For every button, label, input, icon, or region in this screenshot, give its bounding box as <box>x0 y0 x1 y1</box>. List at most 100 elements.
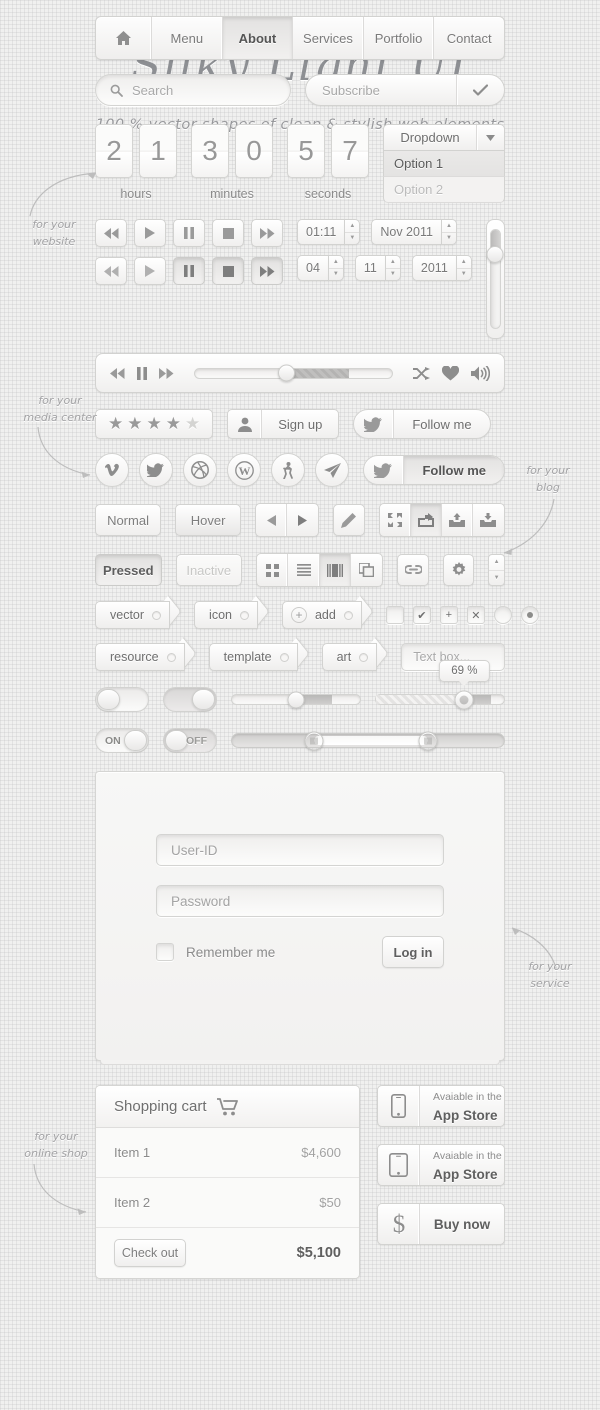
tag-add[interactable]: + add <box>281 601 362 629</box>
play-button[interactable] <box>134 219 166 247</box>
app-store-button-ipad[interactable]: Avaiable in the App Store <box>377 1144 505 1186</box>
slider-handle[interactable] <box>287 691 305 708</box>
dropdown-option-1[interactable]: Option 1 <box>383 151 505 177</box>
tag-resource[interactable]: resource <box>95 643 185 671</box>
follow-button[interactable]: Follow me <box>353 409 491 439</box>
player-prev-button[interactable] <box>110 367 125 379</box>
dribbble-icon[interactable] <box>183 453 217 487</box>
range-slider[interactable] <box>231 731 505 750</box>
vertical-slider[interactable] <box>485 219 505 339</box>
dropdown-option-2[interactable]: Option 2 <box>383 177 505 203</box>
rewind-button-alt[interactable] <box>95 257 127 285</box>
stop-button[interactable] <box>212 219 244 247</box>
volume-icon[interactable] <box>471 365 490 381</box>
dropdown-header[interactable]: Dropdown <box>383 124 505 151</box>
follow-button-pressed[interactable]: Follow me <box>363 455 505 485</box>
forward-button-pressed[interactable] <box>251 257 283 285</box>
nav-item-about[interactable]: About <box>222 17 294 59</box>
fullscreen-icon[interactable] <box>380 504 411 536</box>
tag-vector[interactable]: vector <box>95 601 171 629</box>
chevron-down-icon[interactable] <box>476 125 504 150</box>
button-hover[interactable]: Hover <box>175 504 242 536</box>
wordpress-icon[interactable]: W <box>227 453 261 487</box>
arrow-right-icon[interactable] <box>287 504 318 536</box>
vimeo-icon[interactable] <box>95 453 129 487</box>
player-pause-button[interactable] <box>137 366 147 380</box>
tag-icon[interactable]: icon <box>194 601 258 629</box>
stepper-year[interactable]: 2011 ▲ ▼ <box>411 255 472 281</box>
pause-button-pressed[interactable] <box>173 257 205 285</box>
toggle-knob[interactable] <box>165 730 188 751</box>
forward-button[interactable] <box>251 219 283 247</box>
radio-empty[interactable] <box>493 606 512 624</box>
checkout-button[interactable]: Check out <box>114 1239 186 1267</box>
star-icon[interactable]: ★ <box>166 414 181 434</box>
nav-item-portfolio[interactable]: Portfolio <box>364 17 435 59</box>
slider-basic[interactable] <box>231 691 361 708</box>
slider-with-tooltip[interactable]: 69 % <box>375 660 505 709</box>
player-next-button[interactable] <box>159 367 174 379</box>
vertical-slider-handle[interactable] <box>486 246 504 263</box>
star-icon[interactable]: ★ <box>185 414 200 434</box>
star-icon[interactable]: ★ <box>127 414 142 434</box>
column-view-icon[interactable] <box>319 554 352 586</box>
remember-me-checkbox[interactable] <box>156 943 174 961</box>
toggle-knob[interactable] <box>97 689 120 710</box>
toggle-knob[interactable] <box>192 689 215 710</box>
shuffle-icon[interactable] <box>413 366 430 380</box>
toggle-on-labeled[interactable]: ON <box>95 728 149 753</box>
stepper-arrows[interactable]: ▲ ▼ <box>327 255 344 281</box>
dropdown[interactable]: Dropdown Option 1 Option 2 <box>383 124 505 203</box>
checkbox-checked[interactable]: ✔ <box>412 606 431 624</box>
stepper-month[interactable]: 11 ▲ ▼ <box>354 255 401 281</box>
stepper-arrows[interactable]: ▲ ▼ <box>440 219 457 245</box>
toggle-off-labeled[interactable]: OFF <box>163 728 217 753</box>
search-input[interactable]: Search <box>95 74 291 106</box>
pencil-icon[interactable] <box>333 504 365 536</box>
login-button[interactable]: Log in <box>382 936 444 968</box>
paper-plane-icon[interactable] <box>315 453 349 487</box>
range-handle-low[interactable] <box>304 731 324 750</box>
subscribe-field[interactable]: Subscribe <box>305 74 505 106</box>
download-icon[interactable] <box>473 504 504 536</box>
stepper-arrows[interactable]: ▲ ▼ <box>384 255 401 281</box>
list-view-icon[interactable] <box>288 554 320 586</box>
nav-item-menu[interactable]: Menu <box>152 17 223 59</box>
copy-icon[interactable] <box>351 554 382 586</box>
toggle-on-plain[interactable] <box>163 687 217 712</box>
forrst-icon[interactable] <box>271 453 305 487</box>
range-handle-high[interactable] <box>418 731 438 750</box>
tag-art[interactable]: art <box>321 643 378 671</box>
signup-button[interactable]: Sign up <box>227 409 340 439</box>
rewind-button[interactable] <box>95 219 127 247</box>
userid-field[interactable]: User-ID <box>156 834 444 866</box>
button-normal[interactable]: Normal <box>95 504 162 536</box>
star-icon[interactable]: ★ <box>147 414 162 434</box>
player-progress-slider[interactable] <box>194 364 393 382</box>
stepper-month-year[interactable]: Nov 2011 ▲ ▼ <box>371 219 457 245</box>
link-icon[interactable] <box>397 554 429 586</box>
checkbox-empty[interactable] <box>385 606 404 624</box>
checkbox-cross[interactable]: ✕ <box>466 606 485 624</box>
stop-button-pressed[interactable] <box>212 257 244 285</box>
vertical-slider-track[interactable] <box>486 229 504 329</box>
buy-now-button[interactable]: $ Buy now <box>377 1203 505 1245</box>
password-field[interactable]: Password <box>156 885 444 917</box>
gear-icon[interactable] <box>442 554 475 586</box>
slider-handle-ring[interactable] <box>454 690 474 709</box>
upload-icon[interactable] <box>442 504 473 536</box>
app-store-button-iphone[interactable]: Avaiable in the App Store <box>377 1085 505 1127</box>
star-rating[interactable]: ★ ★ ★ ★ ★ <box>95 409 214 439</box>
toggle-off-plain[interactable] <box>95 687 149 712</box>
grid-view-icon[interactable] <box>257 554 289 586</box>
button-pressed[interactable]: Pressed <box>95 554 162 586</box>
pause-button[interactable] <box>173 219 205 247</box>
radio-selected[interactable] <box>520 606 539 624</box>
stepper-arrows[interactable]: ▲ ▼ <box>455 255 472 281</box>
arrow-left-icon[interactable] <box>256 504 288 536</box>
twitter-icon[interactable] <box>139 453 173 487</box>
checkbox-plus[interactable]: + <box>439 606 458 624</box>
subscribe-submit-button[interactable] <box>456 75 504 105</box>
heart-icon[interactable] <box>442 365 459 381</box>
nav-item-contact[interactable]: Contact <box>434 17 504 59</box>
